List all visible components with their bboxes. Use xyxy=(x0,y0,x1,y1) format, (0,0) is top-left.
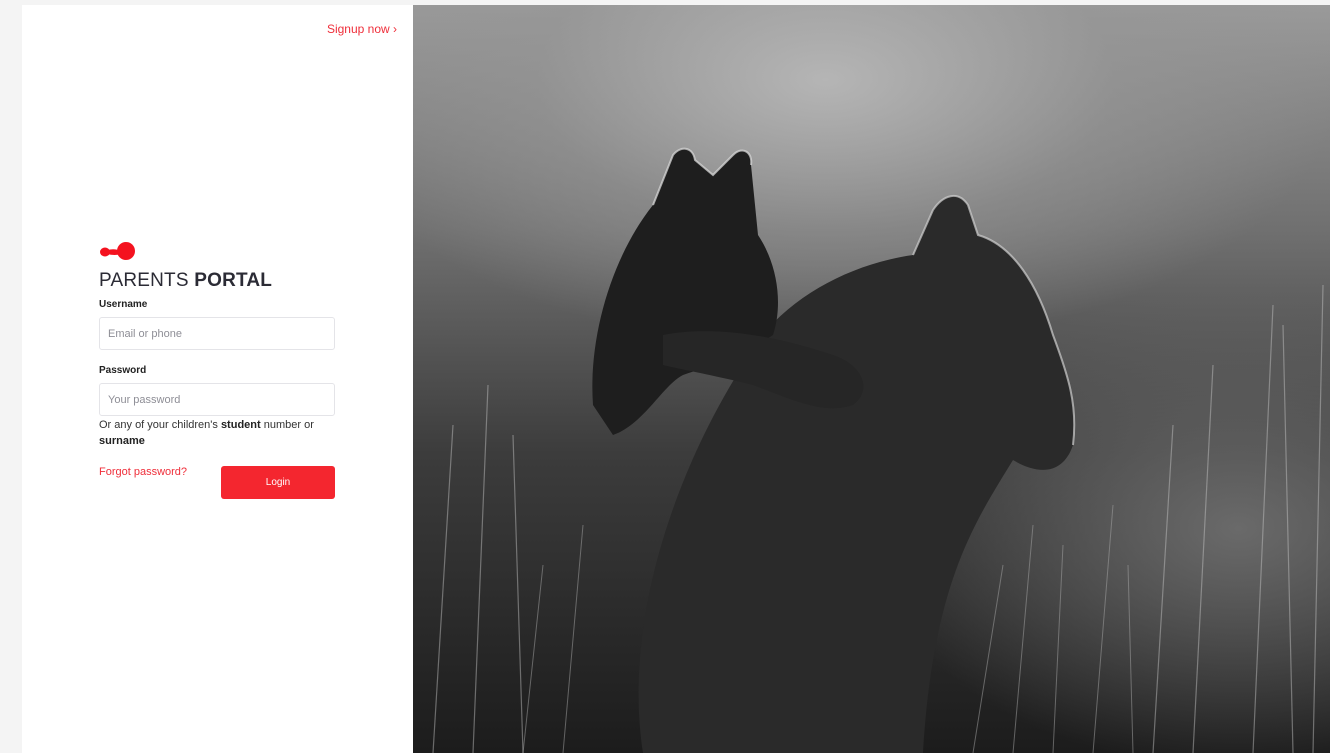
hint-surname: surname xyxy=(99,435,145,447)
login-page: Signup now › PARENTS PORTAL Username Pas… xyxy=(22,5,1330,753)
login-button[interactable]: Login xyxy=(221,466,335,499)
title-light: PARENTS xyxy=(99,270,195,291)
hint-prefix: Or any of your children's xyxy=(99,419,221,431)
page-title: PARENTS PORTAL xyxy=(99,269,335,293)
red-blob-logo-icon xyxy=(100,242,135,260)
login-form: PARENTS PORTAL Username Password Or any … xyxy=(99,241,335,502)
lion-cub-with-lioness-photo xyxy=(432,147,1324,753)
hint-student: student xyxy=(220,419,261,431)
username-label: Username xyxy=(99,299,148,310)
title-bold: PORTAL xyxy=(194,270,273,291)
password-input[interactable] xyxy=(99,383,335,416)
background-photo xyxy=(413,5,1330,753)
form-actions: Forgot password? Login xyxy=(99,466,335,502)
login-panel: Signup now › PARENTS PORTAL Username Pas… xyxy=(22,5,413,753)
password-label: Password xyxy=(99,365,147,376)
username-input[interactable] xyxy=(99,317,335,350)
forgot-password-link[interactable]: Forgot password? xyxy=(99,466,187,478)
hint-middle: number or xyxy=(260,419,314,431)
signup-link[interactable]: Signup now › xyxy=(327,22,397,36)
username-hint: Or any of your children's student number… xyxy=(99,417,335,449)
